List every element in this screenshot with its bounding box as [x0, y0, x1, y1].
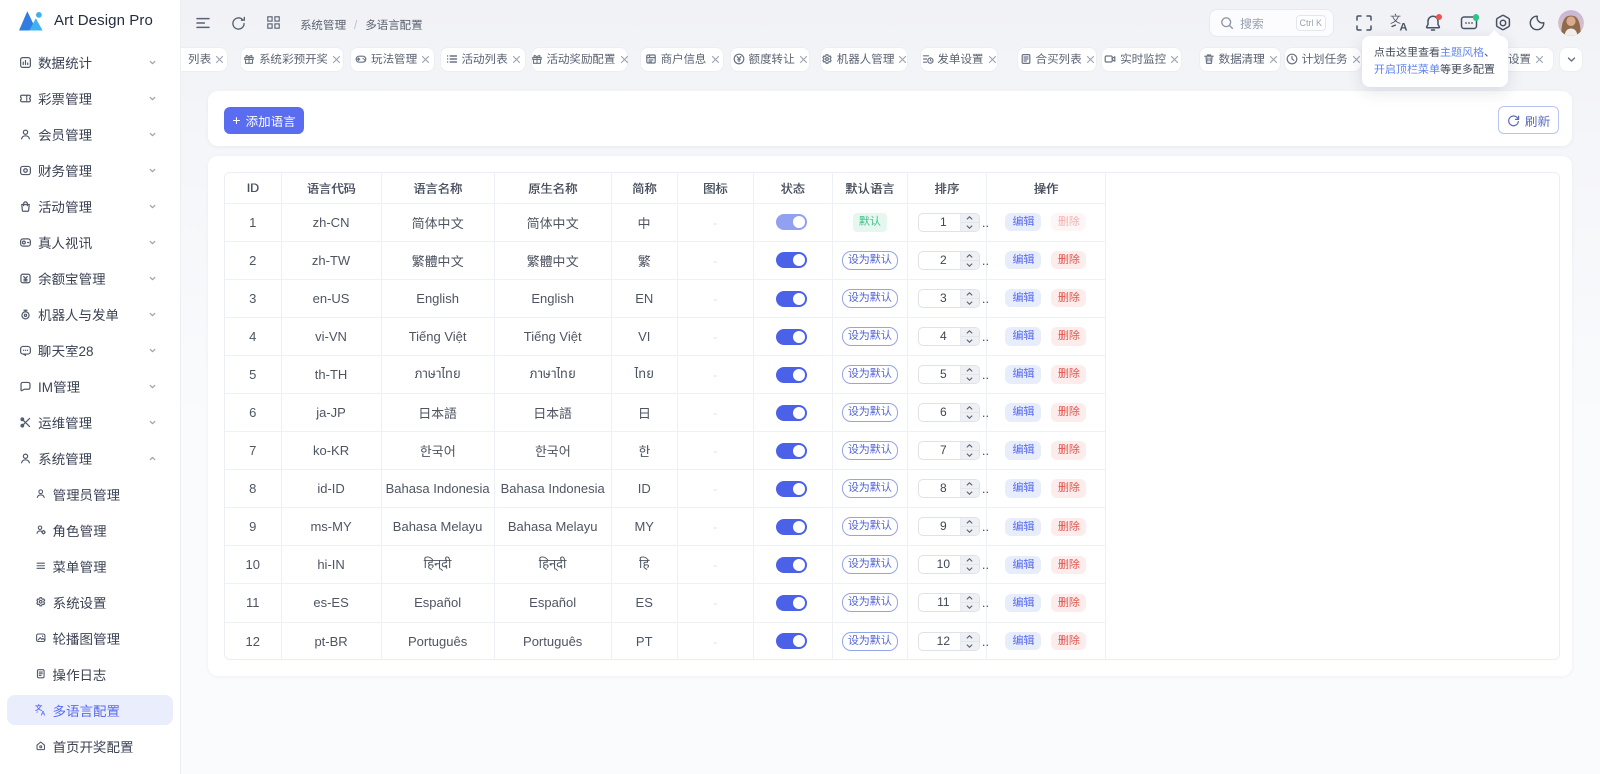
svg-text:A: A: [1400, 22, 1408, 34]
svg-text:A: A: [41, 711, 46, 716]
